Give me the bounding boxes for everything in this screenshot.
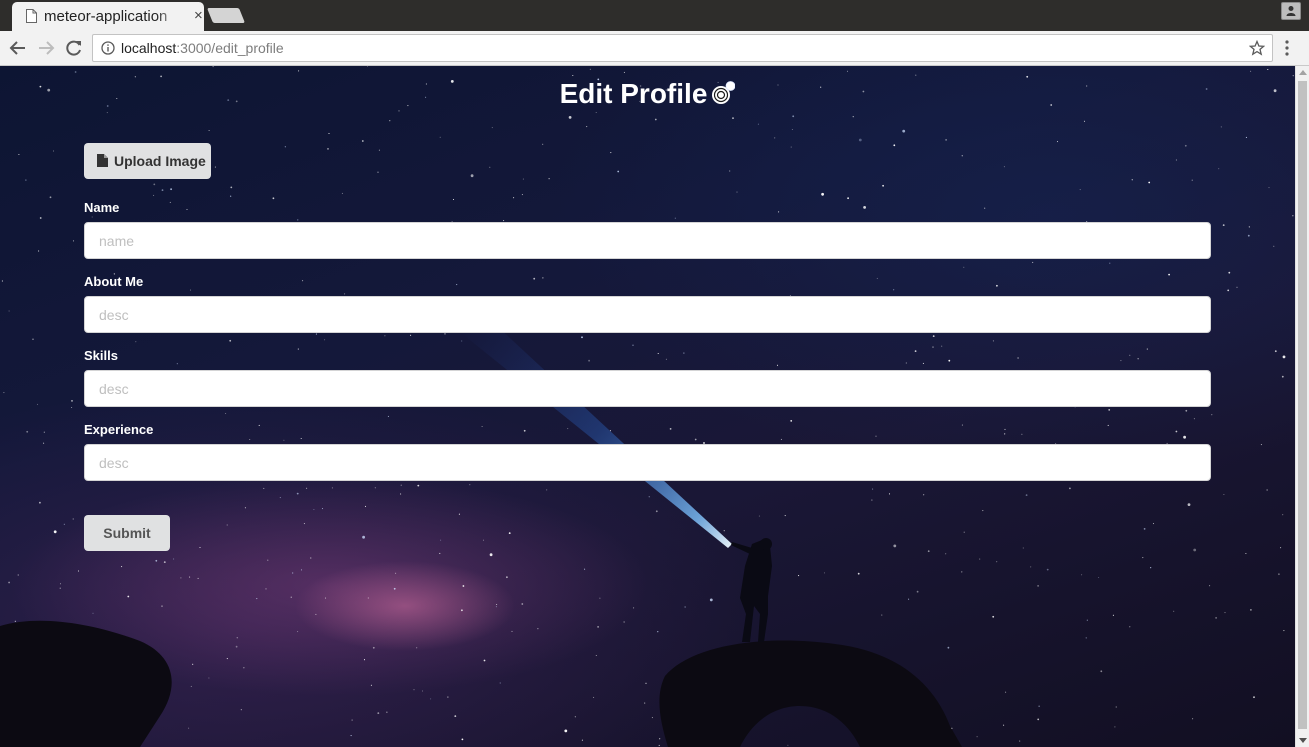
about-me-input[interactable] (84, 296, 1211, 333)
page-viewport: Edit Profile Upload Image Name About Me … (0, 66, 1295, 747)
browser-toolbar: localhost:3000/edit_profile (0, 31, 1309, 66)
profile-icon[interactable] (1281, 2, 1301, 20)
tab-strip: meteor-application × (0, 0, 1309, 31)
name-input[interactable] (84, 222, 1211, 259)
skills-input[interactable] (84, 370, 1211, 407)
page-title: Edit Profile (560, 78, 736, 110)
file-icon (26, 9, 37, 23)
address-bar[interactable]: localhost:3000/edit_profile (92, 34, 1273, 62)
close-icon[interactable]: × (194, 7, 203, 25)
browser-tab[interactable]: meteor-application × (12, 2, 204, 31)
skills-label: Skills (84, 348, 118, 363)
url-text[interactable]: localhost:3000/edit_profile (121, 40, 284, 56)
back-arrow-icon[interactable] (7, 37, 29, 59)
menu-icon[interactable] (1285, 40, 1289, 56)
scrollbar-thumb[interactable] (1298, 81, 1307, 729)
forward-arrow-icon[interactable] (35, 37, 57, 59)
star-icon[interactable] (1249, 40, 1265, 56)
name-label: Name (84, 200, 120, 215)
page-scrollbar[interactable] (1295, 66, 1309, 747)
reload-icon[interactable] (63, 37, 85, 59)
experience-label: Experience (84, 422, 154, 437)
url-path: :3000/edit_profile (176, 40, 284, 56)
tab-title-fade (156, 5, 188, 29)
upload-image-label: Upload Image (114, 153, 206, 169)
url-host: localhost (121, 40, 177, 56)
scroll-up-arrow-icon[interactable] (1299, 70, 1307, 75)
about-me-label: About Me (84, 274, 144, 289)
experience-input[interactable] (84, 444, 1211, 481)
scroll-down-arrow-icon[interactable] (1299, 738, 1307, 743)
upload-image-button[interactable]: Upload Image (84, 143, 211, 179)
heading-row: Edit Profile (0, 78, 1295, 110)
avatar[interactable] (711, 80, 736, 104)
new-tab-button[interactable] (206, 8, 246, 23)
info-icon[interactable] (101, 41, 115, 55)
file-icon (97, 154, 108, 167)
submit-button[interactable]: Submit (84, 515, 170, 551)
page-title-text: Edit Profile (559, 78, 708, 109)
